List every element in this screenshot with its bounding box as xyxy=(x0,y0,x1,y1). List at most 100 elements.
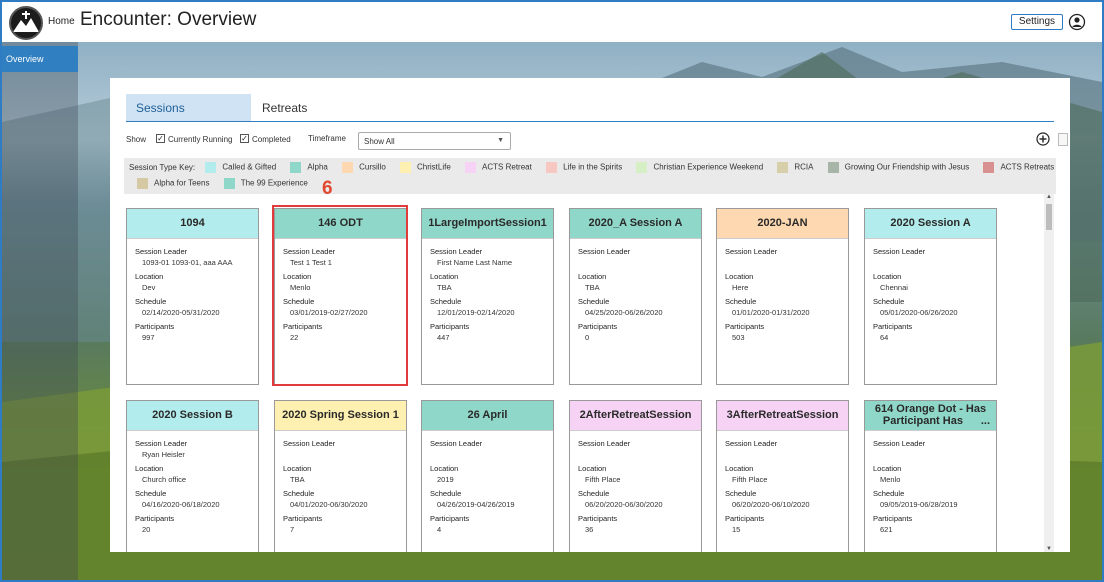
session-card[interactable]: 2AfterRetreatSession Session Leader Locati… xyxy=(569,400,702,552)
session-card-body: Session Leader Location 2019 Schedule 04/26/… xyxy=(422,431,553,534)
schedule-label: Schedule xyxy=(135,489,167,498)
session-card-title[interactable]: 3AfterRetreatSession xyxy=(717,401,848,431)
location-label: Location xyxy=(283,464,312,473)
session-card[interactable]: 2020_A Session A Session Leader Location TB… xyxy=(569,208,702,385)
key-item: Cursillo xyxy=(342,162,386,173)
session-leader-value xyxy=(873,450,996,459)
participants-value: 621 xyxy=(880,525,893,534)
session-leader-label: Session Leader xyxy=(873,247,926,256)
logo-icon[interactable] xyxy=(9,6,43,40)
schedule-value: 06/20/2020-06/10/2020 xyxy=(732,500,810,509)
currently-running-label: Currently Running xyxy=(168,135,233,144)
session-card-title[interactable]: 2020_A Session A xyxy=(570,209,701,239)
participants-value: 503 xyxy=(732,333,745,342)
session-leader-label: Session Leader xyxy=(578,439,631,448)
key-swatch xyxy=(983,162,995,173)
page-title: Encounter: Overview xyxy=(80,9,257,30)
location-value: 2019 xyxy=(437,475,454,484)
currently-running-checkbox[interactable]: ✓ xyxy=(156,134,165,143)
schedule-label: Schedule xyxy=(430,297,462,306)
session-leader-label: Session Leader xyxy=(430,439,483,448)
user-account-icon[interactable] xyxy=(1068,13,1086,31)
session-card-title[interactable]: 2020 Spring Session 1 xyxy=(275,401,406,431)
key-swatch xyxy=(342,162,354,173)
key-swatch xyxy=(777,162,789,173)
key-item: Growing Our Friendship with Jesus xyxy=(827,162,970,173)
session-card-body: Session Leader Location Here Schedule 01/01/… xyxy=(717,239,848,342)
sidebar-item-overview[interactable]: Overview xyxy=(2,46,78,72)
session-leader-value: First Name Last Name xyxy=(437,258,513,267)
settings-button[interactable]: Settings xyxy=(1011,14,1063,30)
key-label: Session Type Key: xyxy=(129,163,196,172)
session-card-title[interactable]: 1094 xyxy=(127,209,258,239)
participants-value: 0 xyxy=(585,333,590,342)
scrollbar-thumb[interactable] xyxy=(1046,204,1052,230)
scroll-up-icon[interactable]: ▲ xyxy=(1046,194,1052,200)
scroll-down-icon[interactable]: ▼ xyxy=(1046,546,1052,552)
key-item-label: The 99 Experience xyxy=(240,178,308,188)
session-card[interactable]: 26 April Session Leader Location 2019 Schedu… xyxy=(421,400,554,552)
add-session-icon[interactable] xyxy=(1036,132,1050,146)
sidebar: Overview xyxy=(2,42,78,580)
participants-label: Participants xyxy=(578,514,618,523)
location-value: Here xyxy=(732,283,749,292)
session-card-title[interactable]: 2020 Session B xyxy=(127,401,258,431)
session-card-title[interactable]: 2AfterRetreatSession xyxy=(570,401,701,431)
session-card[interactable]: 614 Orange Dot - Has Participant Has ... S… xyxy=(864,400,997,552)
session-card-title[interactable]: 2020 Session A xyxy=(865,209,996,239)
key-item: ACTS Retreats xyxy=(983,162,1054,173)
schedule-value: 04/16/2020-06/18/2020 xyxy=(142,500,220,509)
session-leader-label: Session Leader xyxy=(725,247,778,256)
schedule-value: 12/01/2019-02/14/2020 xyxy=(437,308,515,317)
session-card-title-line: Participant Has ... xyxy=(882,415,990,427)
participants-label: Participants xyxy=(725,322,765,331)
tab-sessions[interactable]: Sessions xyxy=(126,94,251,121)
session-card[interactable]: 1094 Session Leader 1093-01 1093-01, aaa A… xyxy=(126,208,259,385)
session-card-title[interactable]: 614 Orange Dot - Has Participant Has ... xyxy=(865,401,996,431)
session-card[interactable]: 2020 Session B Session Leader Ryan Heisler… xyxy=(126,400,259,552)
timeframe-select[interactable]: Show All ▼ xyxy=(358,132,511,150)
key-swatch xyxy=(205,162,217,173)
tab-bar: Sessions Retreats xyxy=(126,94,1054,122)
home-link[interactable]: Home xyxy=(48,16,75,27)
location-label: Location xyxy=(135,272,164,281)
location-label: Location xyxy=(578,272,607,281)
completed-checkbox[interactable]: ✓ xyxy=(240,134,249,143)
session-cards-grid: 1094 Session Leader 1093-01 1093-01, aaa A… xyxy=(124,194,1056,552)
key-item-label: ChristLife xyxy=(417,162,451,172)
key-swatch xyxy=(546,162,558,173)
participants-value: 15 xyxy=(732,525,741,534)
location-value: Church office xyxy=(142,475,187,484)
participants-value: 7 xyxy=(290,525,295,534)
session-card[interactable]: 2020-JAN Session Leader Location Here Schedu… xyxy=(716,208,849,385)
key-item: ACTS Retreat xyxy=(465,162,532,173)
timeframe-label: Timeframe xyxy=(308,134,346,143)
schedule-label: Schedule xyxy=(578,297,610,306)
session-card[interactable]: 3AfterRetreatSession Session Leader Locati… xyxy=(716,400,849,552)
session-card-title[interactable]: 1LargeImportSession1 xyxy=(422,209,553,239)
session-card-title[interactable]: 26 April xyxy=(422,401,553,431)
key-item: Alpha xyxy=(290,162,328,173)
schedule-label: Schedule xyxy=(283,489,315,498)
session-type-key: Session Type Key: Called & Gifted Alpha … xyxy=(124,158,1056,194)
schedule-label: Schedule xyxy=(873,297,905,306)
session-card[interactable]: 1LargeImportSession1 Session Leader First … xyxy=(421,208,554,385)
session-card-title[interactable]: 2020-JAN xyxy=(717,209,848,239)
session-leader-value xyxy=(578,258,701,267)
scrollbar[interactable]: ▲ ▼ xyxy=(1044,194,1054,552)
session-card[interactable]: 2020 Session A Session Leader Location Chen… xyxy=(864,208,997,385)
sessions-panel: Sessions Retreats Show ✓ Currently Runni… xyxy=(110,78,1070,552)
tab-retreats[interactable]: Retreats xyxy=(252,94,332,121)
key-item-label: Alpha xyxy=(307,162,328,172)
schedule-label: Schedule xyxy=(725,489,757,498)
session-card-body: Session Leader Location Menlo Schedule 09/05… xyxy=(865,431,996,534)
key-item-label: Growing Our Friendship with Jesus xyxy=(844,162,970,172)
key-item-label: Christian Experience Weekend xyxy=(653,162,764,172)
app-window: Overview Home Encounter: Overview Settin… xyxy=(0,0,1104,582)
schedule-label: Schedule xyxy=(578,489,610,498)
document-icon[interactable] xyxy=(1058,133,1068,146)
session-card[interactable]: 2020 Spring Session 1 Session Leader Locat… xyxy=(274,400,407,552)
session-leader-value xyxy=(430,450,553,459)
participants-label: Participants xyxy=(873,514,913,523)
location-value: Fifth Place xyxy=(732,475,768,484)
